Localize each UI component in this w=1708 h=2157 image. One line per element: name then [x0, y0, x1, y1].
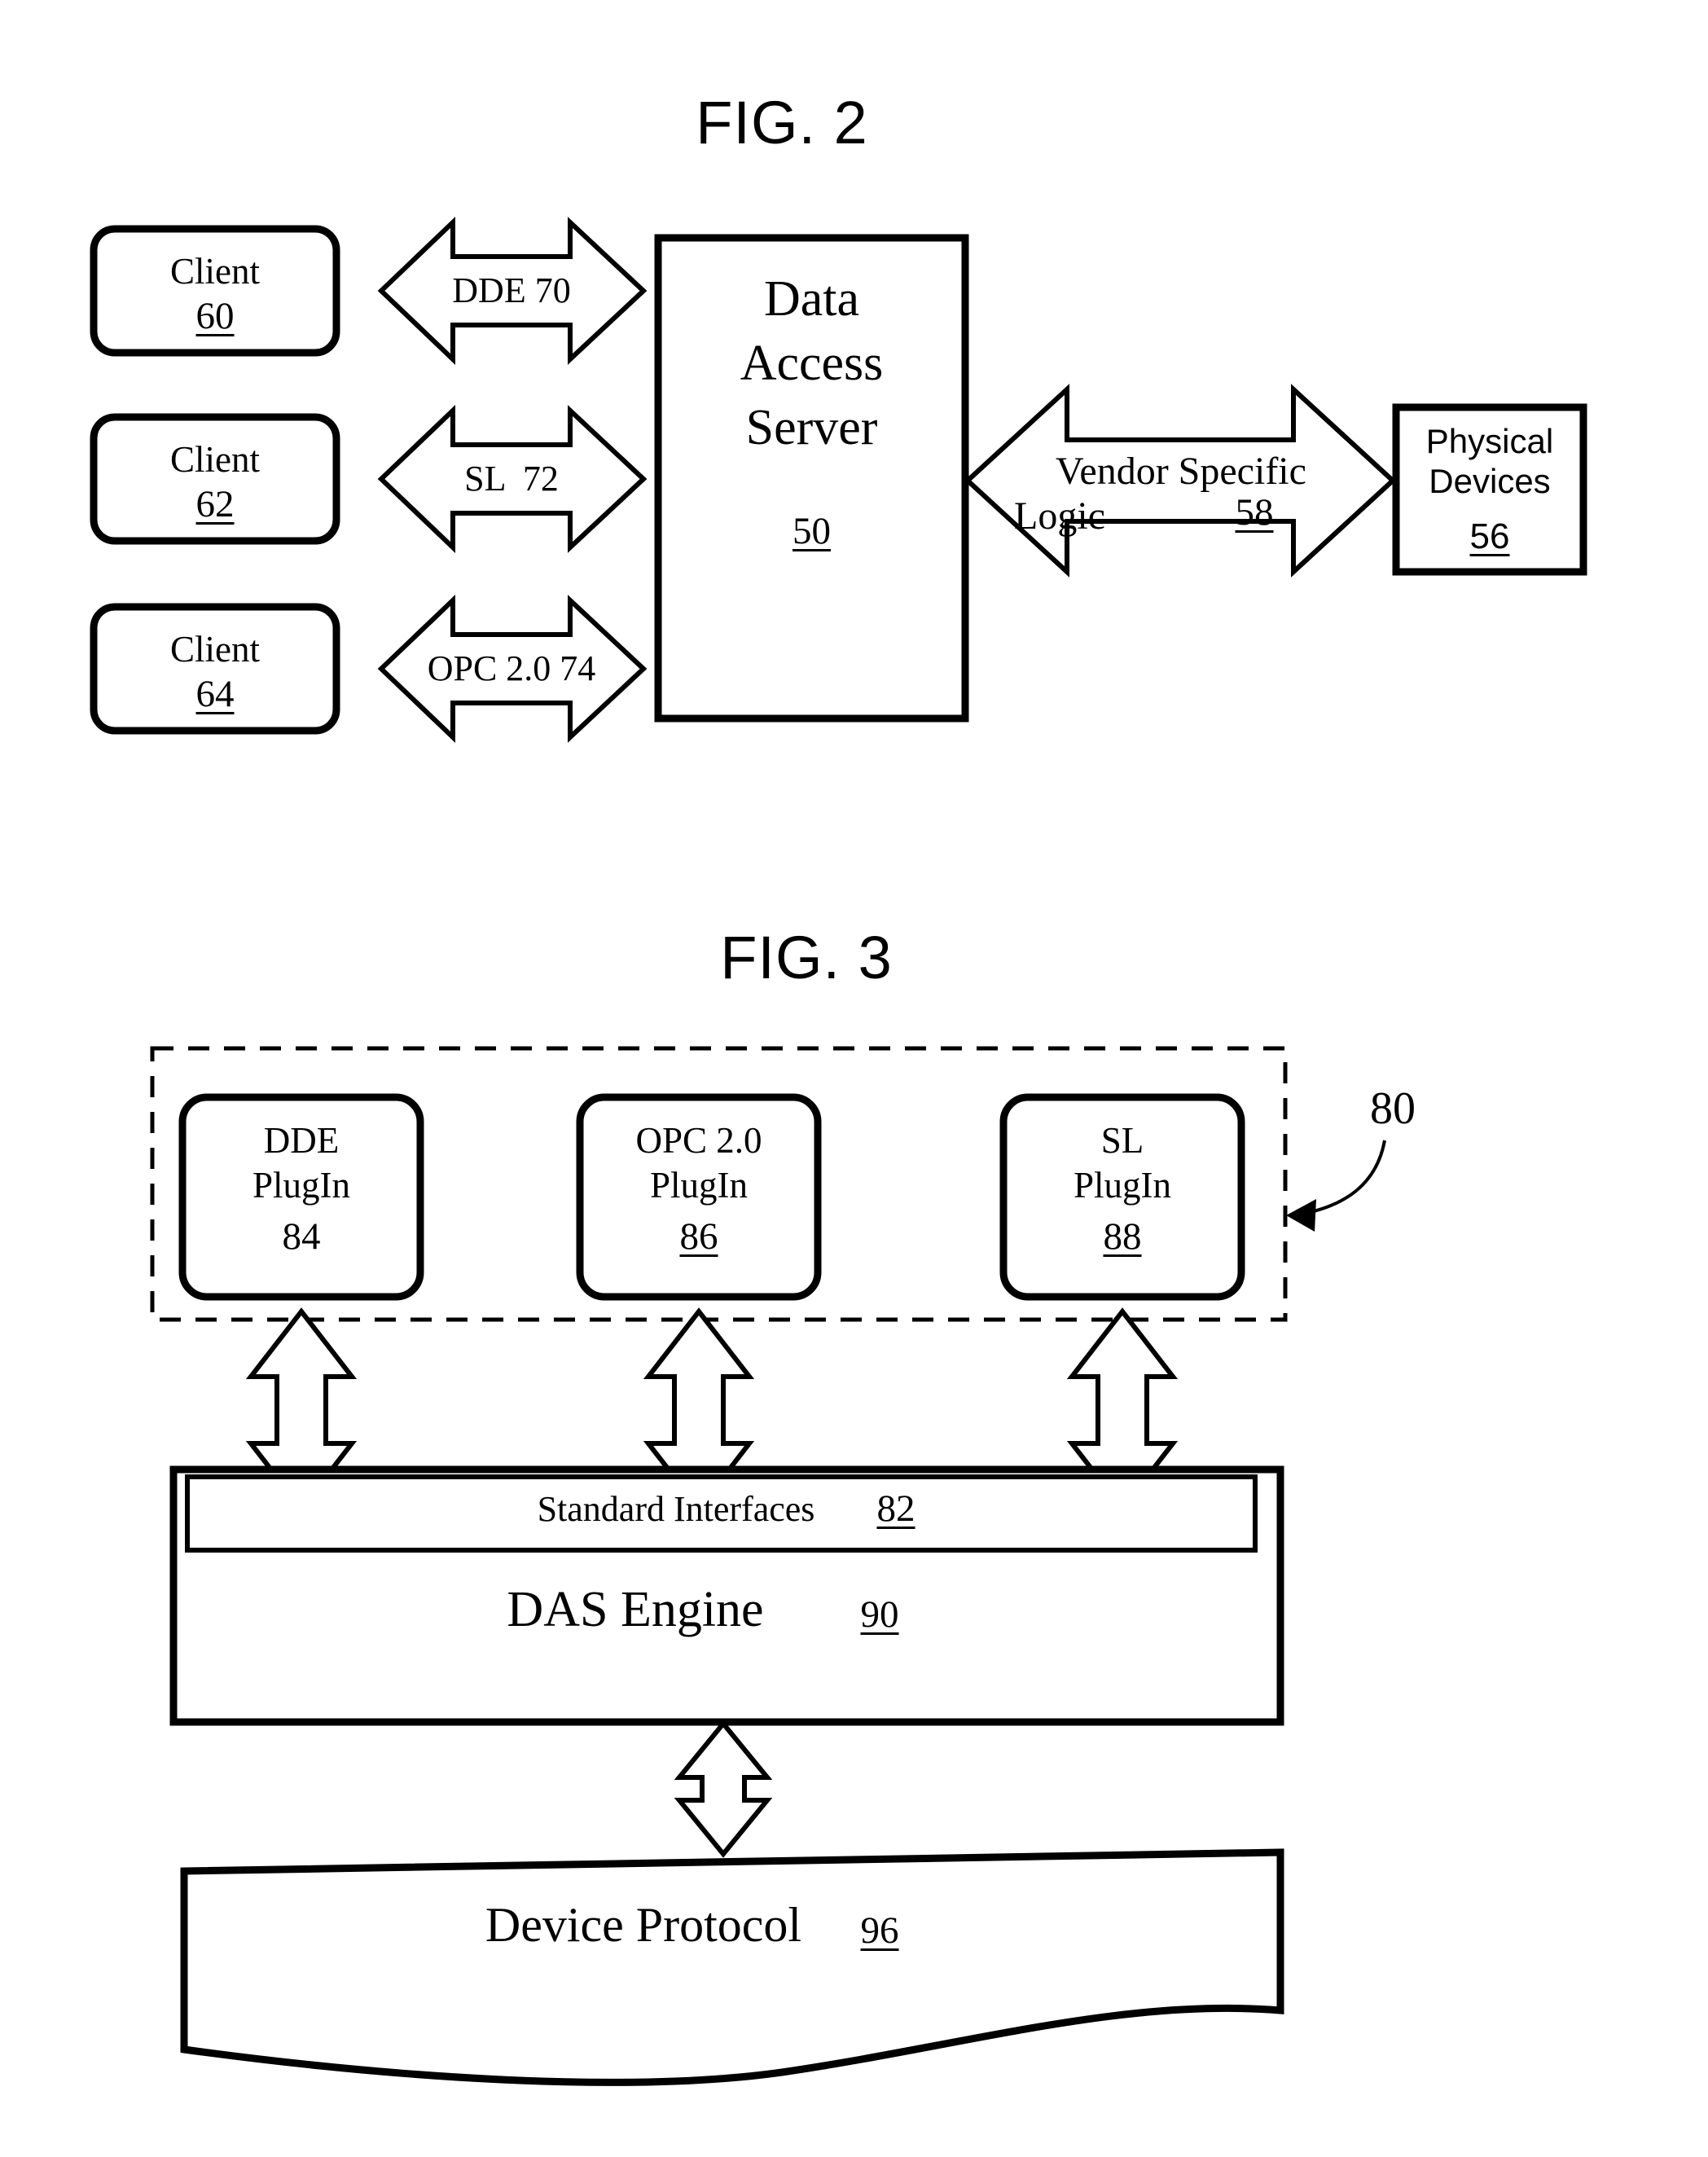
physical-devices-line2: Devices	[1429, 462, 1551, 500]
data-access-server-line3: Server	[745, 400, 878, 455]
data-access-server-ref: 50	[793, 510, 831, 552]
dde-plugin-line2: PlugIn	[252, 1165, 350, 1206]
standard-interfaces-ref: 82	[876, 1487, 915, 1530]
opc-plugin-line2: PlugIn	[649, 1165, 748, 1206]
device-protocol-label: Device Protocol	[485, 1898, 802, 1952]
fig3-title: FIG. 3	[720, 924, 893, 991]
sl-plugin-vertical-arrow	[1066, 1307, 1179, 1513]
vendor-specific-logic-line2: Logic	[1014, 494, 1105, 538]
das-device-protocol-arrow	[674, 1720, 773, 1858]
client-62-ref: 62	[195, 483, 235, 525]
client-62-name: Client	[170, 439, 260, 480]
dde-plugin-line1: DDE	[263, 1120, 340, 1161]
plugin-container-ref-80: 80	[1370, 1083, 1416, 1134]
standard-interfaces-label: Standard Interfaces	[537, 1489, 815, 1529]
physical-devices-line1: Physical	[1425, 422, 1554, 460]
opc-plugin-vertical-arrow	[643, 1307, 755, 1513]
sl-plugin-ref: 88	[1103, 1215, 1142, 1258]
patent-figure-sheet: .st { fill:#ffffff; stroke:#000000; stro…	[0, 0, 1708, 2157]
sl-plugin-line2: PlugIn	[1073, 1165, 1171, 1206]
dde-70-label: DDE 70	[452, 270, 571, 310]
das-engine-ref: 90	[860, 1593, 899, 1636]
fig2-title: FIG. 2	[696, 89, 868, 156]
data-access-server-line1: Data	[763, 271, 860, 327]
vendor-specific-logic-ref: 58	[1235, 491, 1274, 534]
device-protocol-ref: 96	[860, 1909, 899, 1952]
data-access-server-line2: Access	[740, 336, 884, 391]
client-64-name: Client	[170, 629, 260, 670]
opc-plugin-line1: OPC 2.0	[635, 1120, 762, 1161]
dde-plugin-vertical-arrow	[245, 1307, 358, 1513]
client-60-name: Client	[170, 251, 260, 292]
das-engine-label: DAS Engine	[507, 1582, 764, 1637]
opc-74-label: OPC 2.0 74	[427, 648, 596, 688]
dde-plugin-ref: 84	[282, 1215, 321, 1258]
opc-plugin-ref: 86	[679, 1215, 718, 1258]
vendor-specific-logic-line1: Vendor Specific	[1056, 450, 1306, 493]
client-64-ref: 64	[195, 673, 235, 715]
physical-devices-ref: 56	[1469, 516, 1510, 556]
ref-80-leader-line	[1302, 1140, 1386, 1215]
device-protocol-block	[180, 1848, 1284, 2086]
client-60-ref: 60	[195, 295, 235, 337]
sl-plugin-line1: SL	[1100, 1120, 1144, 1161]
ref-80-arrowhead	[1286, 1199, 1316, 1232]
sl-72-label: SL 72	[464, 459, 559, 499]
